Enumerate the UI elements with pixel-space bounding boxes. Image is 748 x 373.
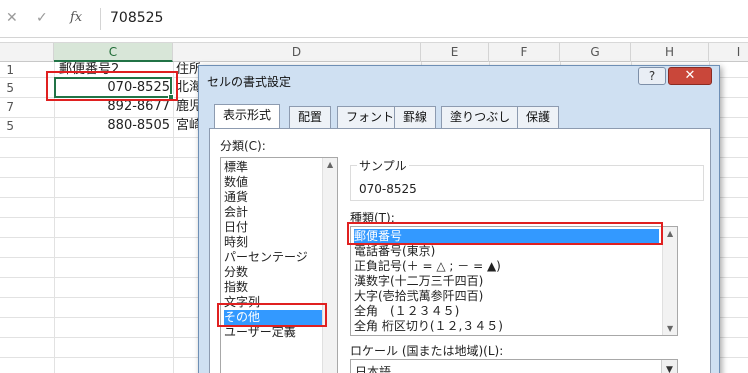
- cell-d-address[interactable]: 鹿児: [176, 97, 200, 117]
- col-header-e[interactable]: E: [421, 43, 489, 62]
- category-item[interactable]: 通貨: [224, 190, 324, 205]
- excel-window: ✕ ✓ fx 708525 A C D E F G H I 1 郵便番号2 住所…: [0, 0, 748, 373]
- type-item[interactable]: 漢数字(十二万三千四百): [354, 274, 659, 289]
- enter-icon[interactable]: ✓: [36, 10, 48, 26]
- type-item[interactable]: 正負記号(＋ = △ ; － = ▲): [354, 259, 659, 274]
- col-header-d[interactable]: D: [173, 43, 421, 62]
- category-item[interactable]: パーセンテージ: [224, 250, 324, 265]
- tab-alignment[interactable]: 配置: [289, 106, 332, 128]
- type-item[interactable]: 大字(壱拾弐萬参阡四百): [354, 289, 659, 304]
- locale-value: 日本語: [355, 365, 392, 373]
- category-item[interactable]: 時刻: [224, 235, 324, 250]
- category-item[interactable]: 分数: [224, 265, 324, 280]
- row-number[interactable]: 1: [0, 60, 14, 80]
- type-item[interactable]: 全角 (１２３４５): [354, 304, 659, 319]
- type-scrollbar[interactable]: ▲ ▼: [662, 227, 677, 335]
- cell-d-header[interactable]: 住所: [176, 60, 200, 80]
- help-button[interactable]: ?: [638, 67, 666, 85]
- scroll-up-icon[interactable]: ▲: [327, 160, 333, 169]
- type-item[interactable]: 電話番号(東京): [354, 244, 659, 259]
- formula-bar-separator: [100, 8, 101, 30]
- row-number[interactable]: 5: [0, 116, 14, 136]
- highlight-box-cell: [46, 71, 178, 101]
- col-header-h[interactable]: H: [631, 43, 709, 62]
- insert-function-icon[interactable]: fx: [70, 10, 82, 25]
- scroll-up-icon[interactable]: ▲: [667, 229, 673, 238]
- sample-label: サンプル: [357, 157, 409, 174]
- sample-value: 070-8525: [359, 182, 417, 196]
- category-item[interactable]: 指数: [224, 280, 324, 295]
- highlight-box-category: [217, 303, 327, 327]
- cell-c-zip[interactable]: 880-8505: [58, 116, 170, 136]
- dialog-title: セルの書式設定: [207, 75, 292, 89]
- chevron-down-icon[interactable]: ▼: [661, 360, 677, 373]
- category-item[interactable]: 標準: [224, 160, 324, 175]
- col-header-f[interactable]: F: [489, 43, 560, 62]
- cancel-icon[interactable]: ✕: [6, 10, 18, 26]
- locale-label: ロケール (国または地域)(L):: [350, 344, 504, 358]
- column-headers: A C D E F G H I: [0, 42, 748, 62]
- category-item[interactable]: 数値: [224, 175, 324, 190]
- formula-input[interactable]: 708525: [110, 10, 163, 26]
- tab-fill[interactable]: 塗りつぶし: [441, 106, 520, 128]
- cell-d-address[interactable]: 宮崎: [176, 116, 200, 136]
- col-header-g[interactable]: G: [560, 43, 631, 62]
- dialog-tabs: 表示形式 配置 フォント 罫線 塗りつぶし 保護: [209, 104, 709, 129]
- tab-protection[interactable]: 保護: [517, 106, 560, 128]
- category-item[interactable]: 会計: [224, 205, 324, 220]
- tab-number-format[interactable]: 表示形式: [214, 104, 281, 129]
- cell-d-address[interactable]: 北海: [176, 78, 200, 98]
- row-number[interactable]: 5: [0, 78, 14, 98]
- close-button[interactable]: ✕: [668, 67, 712, 85]
- formula-bar: ✕ ✓ fx 708525: [0, 0, 748, 38]
- category-label: 分類(C):: [220, 139, 266, 153]
- col-header-i[interactable]: I: [709, 43, 748, 62]
- tab-border[interactable]: 罫線: [394, 106, 437, 128]
- highlight-box-type: [347, 222, 663, 245]
- category-list[interactable]: 標準 数値 通貨 会計 日付 時刻 パーセンテージ 分数 指数 文字列 その他 …: [220, 157, 338, 373]
- category-item[interactable]: 日付: [224, 220, 324, 235]
- number-format-panel: 分類(C): 標準 数値 通貨 会計 日付 時刻 パーセンテージ 分数 指数 文…: [209, 128, 711, 373]
- row-number[interactable]: 7: [0, 97, 14, 117]
- category-item[interactable]: ユーザー定義: [224, 325, 324, 340]
- locale-select[interactable]: 日本語 ▼: [350, 359, 678, 373]
- scroll-down-icon[interactable]: ▼: [667, 324, 673, 333]
- category-scrollbar[interactable]: ▲: [322, 158, 337, 373]
- type-item[interactable]: 全角 桁区切り(１２,３４５): [354, 319, 659, 334]
